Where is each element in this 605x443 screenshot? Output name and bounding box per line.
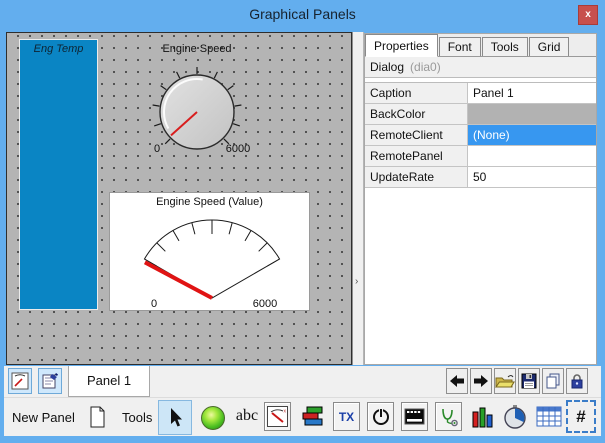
copy-button[interactable] <box>542 368 564 394</box>
save-floppy-icon <box>521 373 537 389</box>
cursor-arrow-icon <box>167 407 183 428</box>
engine-speed-value-gauge[interactable]: Engine Speed (Value) 0 6000 <box>109 192 310 311</box>
property-row-remoteclient[interactable]: RemoteClient (None) <box>365 125 596 146</box>
panel-tab[interactable]: Panel 1 <box>68 366 150 397</box>
property-row-updaterate[interactable]: UpdateRate 50 <box>365 167 596 188</box>
splitter-arrow-icon: › <box>355 276 358 287</box>
main-toolbar: New Panel Tools abc x TX <box>4 397 601 436</box>
grid-snap-tool-button[interactable]: # <box>566 400 596 433</box>
eng-temp-label: Eng Temp <box>20 43 97 55</box>
select-tool-button[interactable] <box>158 400 192 435</box>
design-canvas[interactable]: Eng Temp Engine Speed 0 6000 Engine S <box>6 32 352 365</box>
bar-chart-tool-button[interactable] <box>469 402 496 431</box>
tab-properties[interactable]: Properties <box>365 34 438 57</box>
property-name: BackColor <box>365 104 468 124</box>
panel-tab-bar: Panel 1 <box>4 366 601 397</box>
diagnostics-tool-button[interactable] <box>435 402 462 431</box>
property-value[interactable] <box>468 146 596 166</box>
stethoscope-icon <box>438 406 459 427</box>
power-icon <box>371 406 391 427</box>
property-name: RemotePanel <box>365 146 468 166</box>
property-row-caption[interactable]: Caption Panel 1 <box>365 83 596 104</box>
blank-page-icon <box>89 406 106 428</box>
property-value[interactable]: Panel 1 <box>468 83 596 103</box>
stacked-bars-icon <box>301 405 325 429</box>
tools-button[interactable]: Tools <box>122 410 152 425</box>
lock-button[interactable] <box>566 368 588 394</box>
property-name: RemoteClient <box>365 125 468 145</box>
fan-gauge-drawing: 0 6000 <box>110 193 311 312</box>
fan-max-label: 6000 <box>253 298 277 310</box>
new-page-button[interactable] <box>84 402 111 431</box>
dial-min-label: 0 <box>154 143 160 155</box>
led-tool-button[interactable] <box>201 406 225 430</box>
backcolor-swatch[interactable] <box>468 104 596 124</box>
window-titlebar: Graphical Panels x <box>0 0 605 30</box>
slider-stack-tool-button[interactable] <box>299 402 326 431</box>
property-name: Caption <box>365 83 468 103</box>
gauge-tool-icon: x <box>267 406 288 427</box>
tab-tools[interactable]: Tools <box>482 37 528 56</box>
lock-icon <box>570 373 584 389</box>
tab-font[interactable]: Font <box>439 37 481 56</box>
fan-min-label: 0 <box>151 298 157 310</box>
gauge-tool-button[interactable]: x <box>264 402 291 431</box>
lcd-display-tool-button[interactable] <box>401 402 428 431</box>
tab-grid[interactable]: Grid <box>529 37 570 56</box>
back-arrow-icon <box>449 374 465 388</box>
panel-splitter[interactable]: › <box>352 32 364 365</box>
timer-tool-button[interactable] <box>501 402 528 431</box>
property-grid: Caption Panel 1 BackColor RemoteClient (… <box>365 82 596 188</box>
lcd-display-icon <box>404 406 425 427</box>
close-button[interactable]: x <box>578 5 598 25</box>
property-value[interactable]: 50 <box>468 167 596 187</box>
property-row-backcolor[interactable]: BackColor <box>365 104 596 125</box>
open-folder-icon <box>495 373 515 389</box>
gauge-view-button[interactable] <box>8 368 32 394</box>
property-row-remotepanel[interactable]: RemotePanel <box>365 146 596 167</box>
dial-max-label: 6000 <box>226 143 250 155</box>
window-title: Graphical Panels <box>0 6 605 22</box>
forward-arrow-icon <box>473 374 489 388</box>
open-button[interactable] <box>494 368 516 394</box>
tx-tool-button[interactable]: TX <box>333 402 360 431</box>
bar-chart-icon <box>471 405 494 429</box>
table-tool-button[interactable] <box>535 402 562 431</box>
copy-pages-icon <box>545 373 561 389</box>
text-tool-button[interactable]: abc <box>231 407 263 425</box>
save-button[interactable] <box>518 368 540 394</box>
properties-view-button[interactable] <box>38 368 62 394</box>
hash-icon: # <box>576 407 585 427</box>
object-id: (dia0) <box>410 60 441 74</box>
forward-button[interactable] <box>470 368 492 394</box>
new-panel-button[interactable]: New Panel <box>12 410 75 425</box>
engine-speed-dial-gauge[interactable]: 0 6000 <box>135 51 259 157</box>
object-header-row: Dialog (dia0) <box>365 57 596 78</box>
object-name: Dialog <box>370 60 404 74</box>
property-value-selected[interactable]: (None) <box>468 125 596 145</box>
properties-tabstrip: Properties Font Tools Grid <box>365 34 596 57</box>
tx-icon: TX <box>339 410 354 424</box>
properties-panel: Properties Font Tools Grid Dialog(dia0) … <box>364 33 597 365</box>
power-tool-button[interactable] <box>367 402 394 431</box>
timer-clock-icon <box>502 404 528 430</box>
eng-temp-widget[interactable]: Eng Temp <box>19 39 98 310</box>
table-grid-icon <box>536 405 562 428</box>
property-name: UpdateRate <box>365 167 468 187</box>
close-icon: x <box>585 9 591 20</box>
property-sheet-icon <box>41 372 59 390</box>
back-button[interactable] <box>446 368 468 394</box>
mini-gauge-icon <box>11 372 29 390</box>
